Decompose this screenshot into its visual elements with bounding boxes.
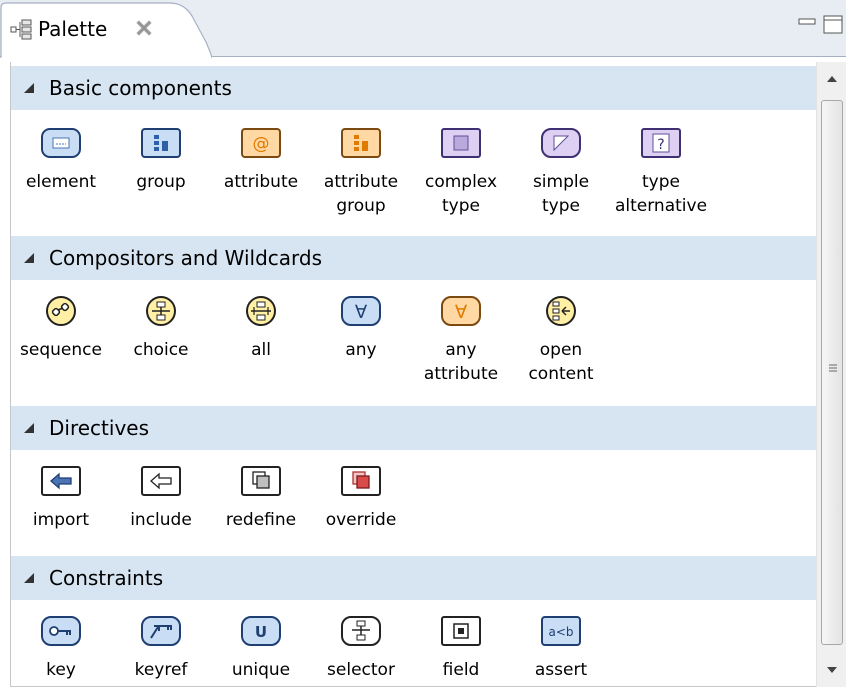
redefine-icon — [241, 466, 281, 496]
drawer-directives[interactable]: Directives — [11, 406, 816, 450]
open-content-icon — [546, 296, 576, 326]
drawer-constraints[interactable]: Constraints — [11, 556, 816, 600]
unique-icon-glyph: U — [255, 623, 267, 641]
sequence-icon — [46, 296, 76, 326]
attribute-group-icon — [341, 128, 381, 158]
any-attribute-icon: ∀ — [441, 296, 481, 326]
drawer-label: Constraints — [49, 566, 164, 590]
tool-label: simple type — [532, 172, 590, 216]
type-alternative-icon-glyph: ? — [657, 137, 664, 153]
tool-label: sequence — [20, 340, 102, 360]
tool-label: key — [46, 660, 76, 680]
collapse-triangle-icon — [24, 253, 34, 263]
tool-label: override — [325, 510, 397, 530]
drawer-basic-components[interactable]: Basic components — [11, 66, 816, 110]
tool-label: group — [136, 172, 186, 192]
any-attribute-icon-glyph: ∀ — [455, 302, 468, 323]
vertical-scrollbar[interactable] — [816, 62, 846, 687]
scrollbar-thumb[interactable] — [821, 100, 843, 645]
tool-label: element — [25, 172, 97, 192]
import-icon — [41, 466, 81, 496]
tool-label: selector — [327, 660, 395, 680]
tool-label: keyref — [134, 660, 188, 680]
tool-label: open content — [528, 340, 594, 384]
maximize-button[interactable] — [822, 12, 844, 34]
all-icon — [246, 296, 276, 326]
tool-label: unique — [231, 660, 291, 680]
collapse-triangle-icon — [24, 83, 34, 93]
assert-icon: a<b — [541, 616, 581, 646]
close-icon[interactable] — [135, 19, 153, 37]
tool-label: include — [130, 510, 192, 530]
tool-label: all — [251, 340, 271, 360]
palette-icon — [10, 19, 34, 41]
view-header: Palette — [0, 0, 846, 58]
drawer-compositors-and-wildcards[interactable]: Compositors and Wildcards — [11, 236, 816, 280]
tab-title: Palette — [38, 17, 108, 41]
override-icon — [341, 466, 381, 496]
tool-label: choice — [133, 340, 189, 360]
choice-icon — [146, 296, 176, 326]
drawer-label: Basic components — [49, 76, 232, 100]
type-alternative-icon: ? — [641, 128, 681, 158]
attribute-icon: @ — [241, 128, 281, 158]
tool-label: attribute group — [323, 172, 399, 216]
include-icon — [141, 466, 181, 496]
tool-label: redefine — [225, 510, 297, 530]
group-icon — [141, 128, 181, 158]
grip-icon — [829, 364, 837, 372]
tool-label: field — [442, 660, 480, 680]
collapse-triangle-icon — [24, 423, 34, 433]
any-icon: ∀ — [341, 296, 381, 326]
scroll-up-arrow-icon[interactable] — [817, 62, 846, 98]
tool-label: assert — [534, 660, 588, 680]
drawer-label: Directives — [49, 416, 149, 440]
simple-type-icon — [541, 128, 581, 158]
field-icon — [441, 616, 481, 646]
tool-label: complex type — [424, 172, 498, 216]
tool-label: any — [345, 340, 377, 360]
keyref-icon — [141, 616, 181, 646]
attribute-icon-glyph: @ — [253, 134, 270, 154]
element-icon — [41, 128, 81, 158]
scroll-down-arrow-icon[interactable] — [817, 651, 846, 687]
drawer-label: Compositors and Wildcards — [49, 246, 323, 270]
palette-content: Basic components element group @ attribu… — [10, 62, 816, 687]
tool-label: type alternative — [614, 172, 708, 216]
collapse-triangle-icon — [24, 573, 34, 583]
unique-icon: U — [241, 616, 281, 646]
tool-label: import — [32, 510, 90, 530]
palette-tab[interactable]: Palette — [0, 2, 212, 58]
assert-icon-glyph: a<b — [548, 625, 573, 639]
selector-icon — [341, 616, 381, 646]
key-icon — [41, 616, 81, 646]
minimize-button[interactable] — [796, 12, 818, 34]
any-icon-glyph: ∀ — [355, 302, 368, 323]
tool-label: attribute — [223, 172, 299, 192]
complex-type-icon — [441, 128, 481, 158]
tool-label: any attribute — [423, 340, 499, 384]
